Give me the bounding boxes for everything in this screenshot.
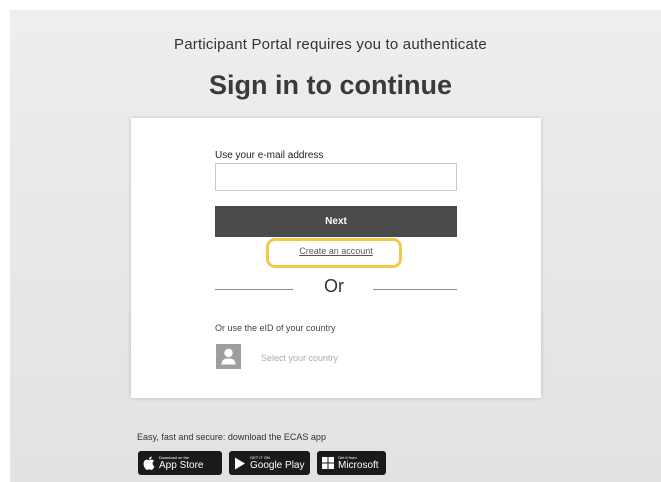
page-title: Sign in to continue	[209, 70, 452, 100]
divider-left	[215, 289, 293, 290]
country-select[interactable]: Select your country	[261, 353, 338, 363]
microsoft-icon	[322, 457, 334, 469]
microsoft-badge[interactable]: Get it from Microsoft	[317, 451, 386, 475]
app-store-badge[interactable]: Download on the App Store	[138, 451, 222, 475]
email-input[interactable]	[215, 163, 457, 191]
microsoft-label: Microsoft	[338, 459, 379, 471]
page-subtitle: Participant Portal requires you to authe…	[174, 36, 487, 53]
login-card: Use your e-mail address Next Create an a…	[131, 118, 541, 398]
next-button[interactable]: Next	[215, 206, 457, 237]
divider-right	[373, 289, 457, 290]
google-play-small-text: GET IT ON	[250, 454, 270, 460]
microsoft-small-text: Get it from	[338, 454, 357, 460]
email-label: Use your e-mail address	[215, 150, 324, 161]
google-play-label: Google Play	[250, 459, 305, 471]
apple-icon	[143, 456, 155, 470]
google-play-badge[interactable]: GET IT ON Google Play	[229, 451, 310, 475]
user-avatar-icon	[216, 344, 241, 369]
app-store-label: App Store	[159, 459, 204, 471]
create-account-link[interactable]: Create an account	[266, 246, 406, 256]
app-download-text: Easy, fast and secure: download the ECAS…	[137, 432, 326, 442]
or-separator: Or	[324, 276, 344, 296]
eid-label: Or use the eID of your country	[215, 323, 336, 333]
google-play-icon	[235, 457, 245, 469]
app-store-small-text: Download on the	[159, 454, 190, 460]
